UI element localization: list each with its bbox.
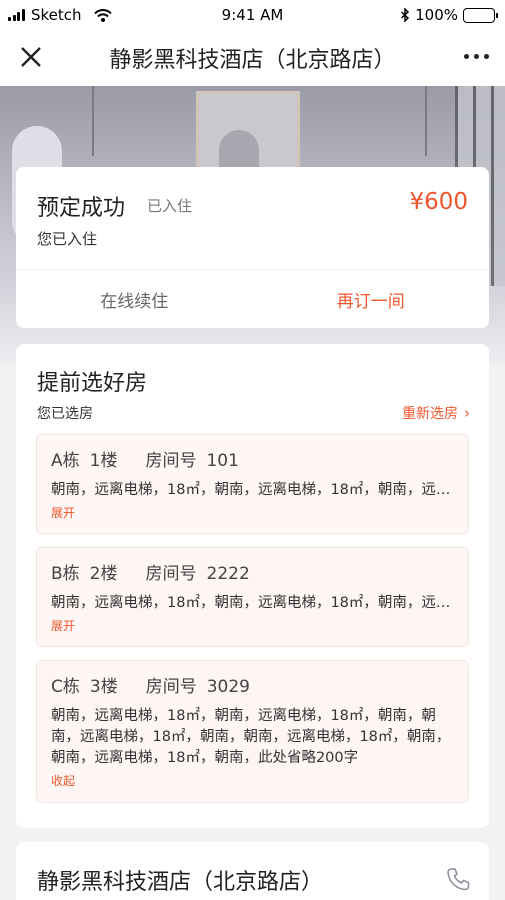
rebook-button[interactable]: 再订一间 (253, 287, 490, 312)
page-title: 静影黑科技酒店（北京路店） (109, 48, 396, 73)
status-bar: Sketch 9:41 AM 100% (0, 0, 505, 30)
room-number: 2222 (206, 564, 250, 584)
room-number-label: 房间号 (145, 451, 197, 471)
booking-title: 预定成功 (37, 196, 126, 221)
room-info: B栋 2楼 房间号 2222 (51, 559, 454, 584)
battery-percent: 100% (415, 6, 458, 24)
room-building: C栋 (51, 677, 80, 697)
hero-lamp (92, 86, 94, 156)
room-number-label: 房间号 (145, 677, 197, 697)
room-selection-heading: 提前选好房 (37, 371, 148, 396)
collapse-button[interactable]: 收起 (51, 772, 454, 789)
room-number-label: 房间号 (145, 564, 197, 584)
hero-lamp (425, 86, 427, 156)
hotel-name: 静影黑科技酒店（北京路店） (37, 870, 324, 895)
room-item[interactable]: A栋 1楼 房间号 101 朝南，远离电梯，18㎡，朝南，远离电梯，18㎡，朝南，远离… (36, 434, 469, 534)
divider (16, 269, 489, 270)
room-item[interactable]: B栋 2楼 房间号 2222 朝南，远离电梯，18㎡，朝南，远离电梯，18㎡，朝南，远… (36, 547, 469, 647)
room-info: A栋 1楼 房间号 101 (51, 446, 454, 471)
room-item[interactable]: C栋 3楼 房间号 3029 朝南，远离电梯，18㎡，朝南，远离电梯，18㎡，朝南，朝… (36, 660, 469, 803)
close-icon[interactable] (19, 45, 43, 69)
checked-in-tag: 已入住 (147, 197, 193, 215)
room-info: C栋 3楼 房间号 3029 (51, 672, 454, 697)
room-floor: 1楼 (89, 451, 118, 471)
extend-stay-button[interactable]: 在线续住 (16, 287, 253, 312)
booking-status-card: 预定成功 已入住 ¥600 您已入住 在线续住 再订一间 (16, 167, 489, 328)
room-desc: 朝南，远离电梯，18㎡，朝南，远离电梯，18㎡，朝南，远离电梯，18㎡ (51, 482, 454, 498)
room-building: A栋 (51, 451, 80, 471)
room-floor: 3楼 (89, 677, 118, 697)
reselect-room-link[interactable]: 重新选房 › (402, 403, 470, 423)
booking-desc: 您已入住 (37, 230, 98, 248)
phone-icon[interactable] (445, 866, 471, 892)
expand-button[interactable]: 展开 (51, 617, 454, 634)
room-number: 101 (206, 451, 239, 471)
bluetooth-icon (401, 8, 410, 22)
chevron-right-icon: › (464, 404, 470, 422)
room-floor: 2楼 (89, 564, 118, 584)
room-desc: 朝南，远离电梯，18㎡，朝南，远离电梯，18㎡，朝南，远离电梯，18㎡ (51, 595, 454, 611)
hotel-info-card: 静影黑科技酒店（北京路店） (16, 842, 489, 900)
status-right: 100% (400, 6, 498, 24)
room-selection-card: 提前选好房 您已选房 重新选房 › A栋 1楼 房间号 101 朝南，远离电梯，18㎡… (16, 344, 489, 828)
reselect-label: 重新选房 (402, 406, 458, 422)
room-number: 3029 (206, 677, 250, 697)
more-icon[interactable] (459, 54, 489, 59)
room-desc: 朝南，远离电梯，18㎡，朝南，远离电梯，18㎡，朝南，朝南，远离电梯，18㎡，朝… (51, 708, 451, 766)
expand-button[interactable]: 展开 (51, 504, 454, 521)
battery-icon (463, 7, 498, 23)
room-selection-subtitle: 您已选房 (37, 406, 93, 422)
room-building: B栋 (51, 564, 80, 584)
nav-bar: 静影黑科技酒店（北京路店） (0, 30, 505, 86)
booking-price: ¥600 (409, 189, 468, 215)
